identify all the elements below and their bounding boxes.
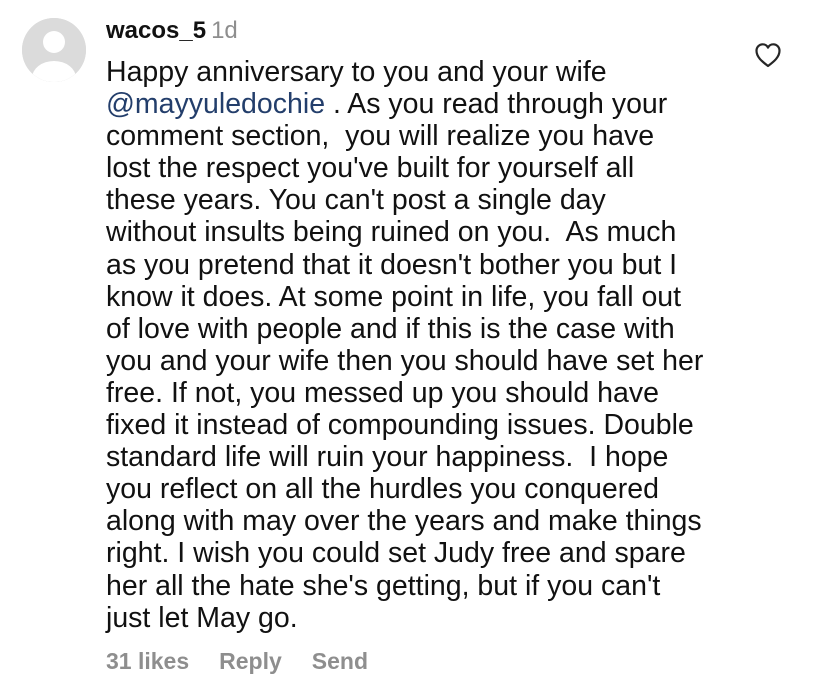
comment-line: just let May go. (106, 601, 298, 634)
comment-item: wacos_5 1d Happy anniversary to you and y… (0, 0, 828, 697)
comment-line: right. I wish you could set Judy free an… (106, 537, 686, 570)
reply-button[interactable]: Reply (219, 648, 282, 674)
mention-link[interactable]: @mayyuledochie (106, 88, 325, 120)
comment-line: free. If not, you messed up you should h… (106, 376, 659, 409)
comment-line: you reflect on all the hurdles you conqu… (106, 473, 659, 506)
comment-header: wacos_5 1d (106, 16, 238, 46)
comment-actions: 31 likes Reply Send (106, 646, 398, 676)
comment-line: Happy anniversary to you and your wife (106, 56, 607, 88)
comment-line: without insults being ruined on you. As … (106, 216, 677, 249)
timestamp: 1d (211, 17, 238, 44)
comment-line: comment section, you will realize you ha… (106, 120, 655, 153)
comment-line: of love with people and if this is the c… (106, 312, 675, 345)
comment-line: along with may over the years and make t… (106, 505, 702, 538)
comment-line: fixed it instead of compounding issues. … (106, 409, 694, 442)
comment-line: her all the hate she's getting, but if y… (106, 569, 661, 602)
comment-line: you and your wife then you should have s… (106, 344, 704, 377)
comment-line: @mayyuledochie . As you read through you… (106, 88, 766, 120)
comment-line: standard life will ruin your happiness. … (106, 441, 669, 474)
comment-line: know it does. At some point in life, you… (106, 280, 682, 313)
comment-text: Happy anniversary to you and your wife @… (106, 56, 766, 634)
comment-line-text: . As you read through your (325, 88, 668, 121)
avatar[interactable] (22, 18, 86, 82)
username[interactable]: wacos_5 (106, 17, 206, 44)
send-button[interactable]: Send (312, 648, 368, 674)
comment-line: as you pretend that it doesn't bother yo… (106, 248, 678, 281)
default-avatar-icon (22, 18, 86, 82)
likes-count[interactable]: 31 likes (106, 648, 189, 674)
comment-line: lost the respect you've built for yourse… (106, 152, 635, 185)
comment-line: these years. You can't post a single day (106, 184, 606, 217)
